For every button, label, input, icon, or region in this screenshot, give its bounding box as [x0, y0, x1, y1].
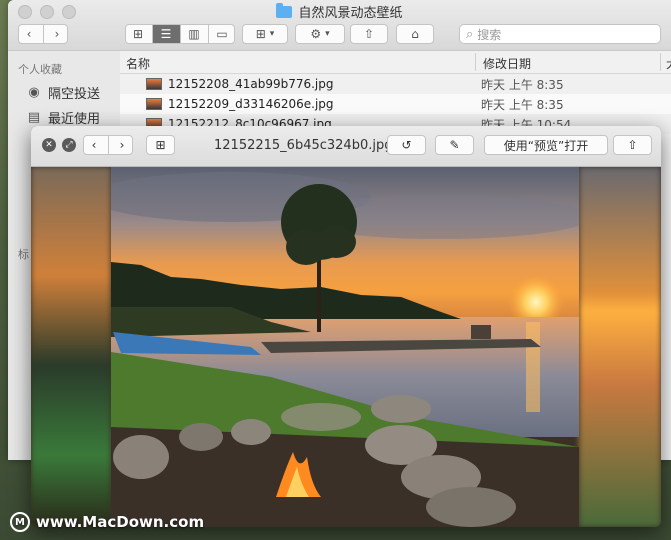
chevron-right-icon: ›	[54, 27, 60, 41]
window-title: 自然风景动态壁纸	[8, 2, 671, 21]
chevron-down-icon: ▾	[269, 29, 275, 39]
image-thumbnail-icon	[146, 98, 162, 110]
index-sheet-button[interactable]: ⊞	[146, 135, 175, 155]
file-name: 12152208_41ab99b776.jpg	[168, 77, 334, 91]
quicklook-share-button[interactable]: ⇧	[613, 135, 652, 155]
chevron-left-icon: ‹	[26, 27, 32, 41]
icon-view-button[interactable]: ⊞	[125, 25, 153, 43]
file-date: 昨天 上午 8:35	[481, 97, 564, 112]
recents-icon: ▤	[27, 110, 41, 125]
fullscreen-icon: ⤢	[65, 140, 73, 150]
quicklook-preview-area	[31, 167, 661, 527]
sidebar-item-recents[interactable]: ▤ 最近使用	[8, 102, 120, 127]
sidebar-heading-favorites: 个人收藏	[18, 63, 62, 76]
quicklook-close-button[interactable]: ✕	[42, 138, 56, 152]
airdrop-icon: ◉	[28, 85, 40, 100]
rotate-left-icon: ↺	[401, 138, 412, 152]
columns-icon: ▥	[188, 27, 200, 41]
finder-toolbar: 自然风景动态壁纸 ‹ › ⊞ ☰ ▥ ▭ ⊞ ▾ ⚙ ▾ ⇧ ⌂ ⌕ 搜索	[8, 0, 671, 51]
markup-button[interactable]: ✎	[435, 135, 474, 155]
column-header-name[interactable]: 名称	[126, 55, 150, 72]
file-list: 12152208_41ab99b776.jpg 昨天 上午 8:35 12152…	[120, 74, 671, 134]
column-divider[interactable]	[475, 53, 476, 71]
chevron-right-icon: ›	[119, 138, 125, 152]
action-menu-button[interactable]: ⚙ ▾	[295, 24, 345, 44]
file-name: 12152209_d33146206e.jpg	[168, 97, 334, 111]
window-title-text: 自然风景动态壁纸	[298, 6, 403, 21]
back-forward-group: ‹ ›	[18, 24, 68, 44]
sunset-lake-photo	[111, 167, 579, 527]
gear-icon: ⚙	[310, 27, 322, 41]
file-date: 昨天 上午 8:35	[481, 77, 564, 92]
folder-icon	[276, 2, 293, 18]
gallery-view-button[interactable]: ▭	[209, 25, 236, 43]
open-with-preview-button[interactable]: 使用“预览”打开	[484, 135, 608, 155]
quicklook-filename: 12152215_6b45c324b0.jpg	[214, 138, 393, 153]
tag-icon: ⌂	[411, 27, 419, 41]
share-icon: ⇧	[627, 138, 638, 152]
search-icon: ⌕	[466, 26, 474, 42]
open-with-preview-label: 使用“预览”打开	[503, 138, 589, 153]
grid-icon: ⊞	[255, 27, 266, 41]
share-button[interactable]: ⇧	[350, 24, 388, 44]
next-item-button[interactable]: ›	[109, 136, 136, 154]
rotate-button[interactable]: ↺	[387, 135, 426, 155]
previous-item-button[interactable]: ‹	[81, 136, 109, 154]
list-icon: ☰	[160, 27, 172, 41]
image-thumbnail-icon	[146, 78, 162, 90]
quicklook-nav-group: ‹ ›	[83, 135, 133, 155]
search-field[interactable]: ⌕ 搜索	[459, 24, 661, 44]
file-row[interactable]: 12152208_41ab99b776.jpg 昨天 上午 8:35	[120, 74, 671, 94]
close-icon: ✕	[45, 140, 53, 150]
gallery-icon: ▭	[216, 27, 228, 41]
quicklook-window: ✕ ⤢ ‹ › ⊞ 12152215_6b45c324b0.jpg ↺ ✎ 使用…	[31, 126, 661, 527]
sidebar-item-label: 最近使用	[48, 112, 101, 127]
sidebar-item-label: 隔空投送	[48, 87, 101, 102]
chevron-down-icon: ▾	[325, 29, 330, 39]
column-header-size[interactable]: 大	[666, 55, 671, 72]
column-view-button[interactable]: ▥	[181, 25, 209, 43]
list-view-button[interactable]: ☰	[152, 25, 181, 43]
file-list-header: 名称 修改日期 大	[120, 51, 671, 74]
file-row[interactable]: 12152209_d33146206e.jpg 昨天 上午 8:35	[120, 94, 671, 114]
tags-button[interactable]: ⌂	[396, 24, 434, 44]
search-placeholder: 搜索	[477, 27, 502, 42]
watermark-text: www.MacDown.com	[36, 513, 205, 531]
back-button[interactable]: ‹	[16, 25, 44, 43]
grid-icon: ⊞	[132, 27, 144, 41]
share-icon: ⇧	[363, 27, 375, 41]
preview-blur-left	[31, 167, 111, 527]
sidebar-heading-tags: 标	[18, 248, 29, 261]
watermark: M www.MacDown.com	[10, 512, 204, 532]
view-mode-group: ⊞ ☰ ▥ ▭	[125, 24, 235, 44]
quicklook-toolbar: ✕ ⤢ ‹ › ⊞ 12152215_6b45c324b0.jpg ↺ ✎ 使用…	[31, 126, 661, 167]
grid-icon: ⊞	[155, 138, 166, 152]
group-by-button[interactable]: ⊞ ▾	[242, 24, 288, 44]
forward-button[interactable]: ›	[44, 25, 71, 43]
markup-pen-icon: ✎	[449, 138, 460, 152]
macdown-logo-icon: M	[10, 512, 30, 532]
preview-blur-right	[579, 167, 661, 527]
quicklook-fullscreen-button[interactable]: ⤢	[62, 138, 76, 152]
column-header-date[interactable]: 修改日期	[483, 55, 531, 72]
chevron-left-icon: ‹	[91, 138, 97, 152]
column-divider[interactable]	[660, 53, 661, 71]
sidebar-item-airdrop[interactable]: ◉ 隔空投送	[8, 77, 120, 102]
